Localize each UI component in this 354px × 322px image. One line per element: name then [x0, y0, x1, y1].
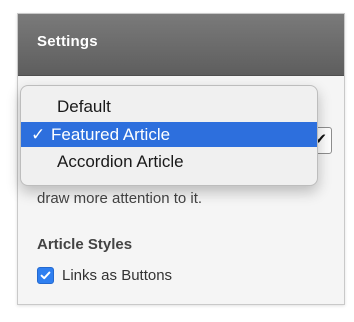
dropdown-option-default[interactable]: Default [21, 94, 317, 119]
article-type-dropdown-menu: Default ✓ Featured Article Accordion Arti… [20, 85, 318, 186]
panel-title: Settings [37, 33, 98, 50]
option-label: Default [57, 97, 111, 116]
article-styles-heading: Article Styles [37, 236, 133, 253]
checkmark-icon [40, 271, 51, 279]
checkmark-icon: ✓ [31, 125, 46, 144]
description-text: draw more attention to it. [37, 190, 203, 207]
panel-header: Settings [18, 14, 344, 76]
option-label: Featured Article [51, 125, 171, 144]
dropdown-option-accordion-article[interactable]: Accordion Article [21, 149, 317, 174]
links-as-buttons-checkbox[interactable] [37, 266, 54, 284]
option-label: Accordion Article [57, 152, 184, 171]
links-as-buttons-label: Links as Buttons [62, 266, 173, 284]
links-as-buttons-option[interactable]: Links as Buttons [37, 264, 172, 286]
dropdown-option-featured-article[interactable]: ✓ Featured Article [21, 122, 317, 147]
